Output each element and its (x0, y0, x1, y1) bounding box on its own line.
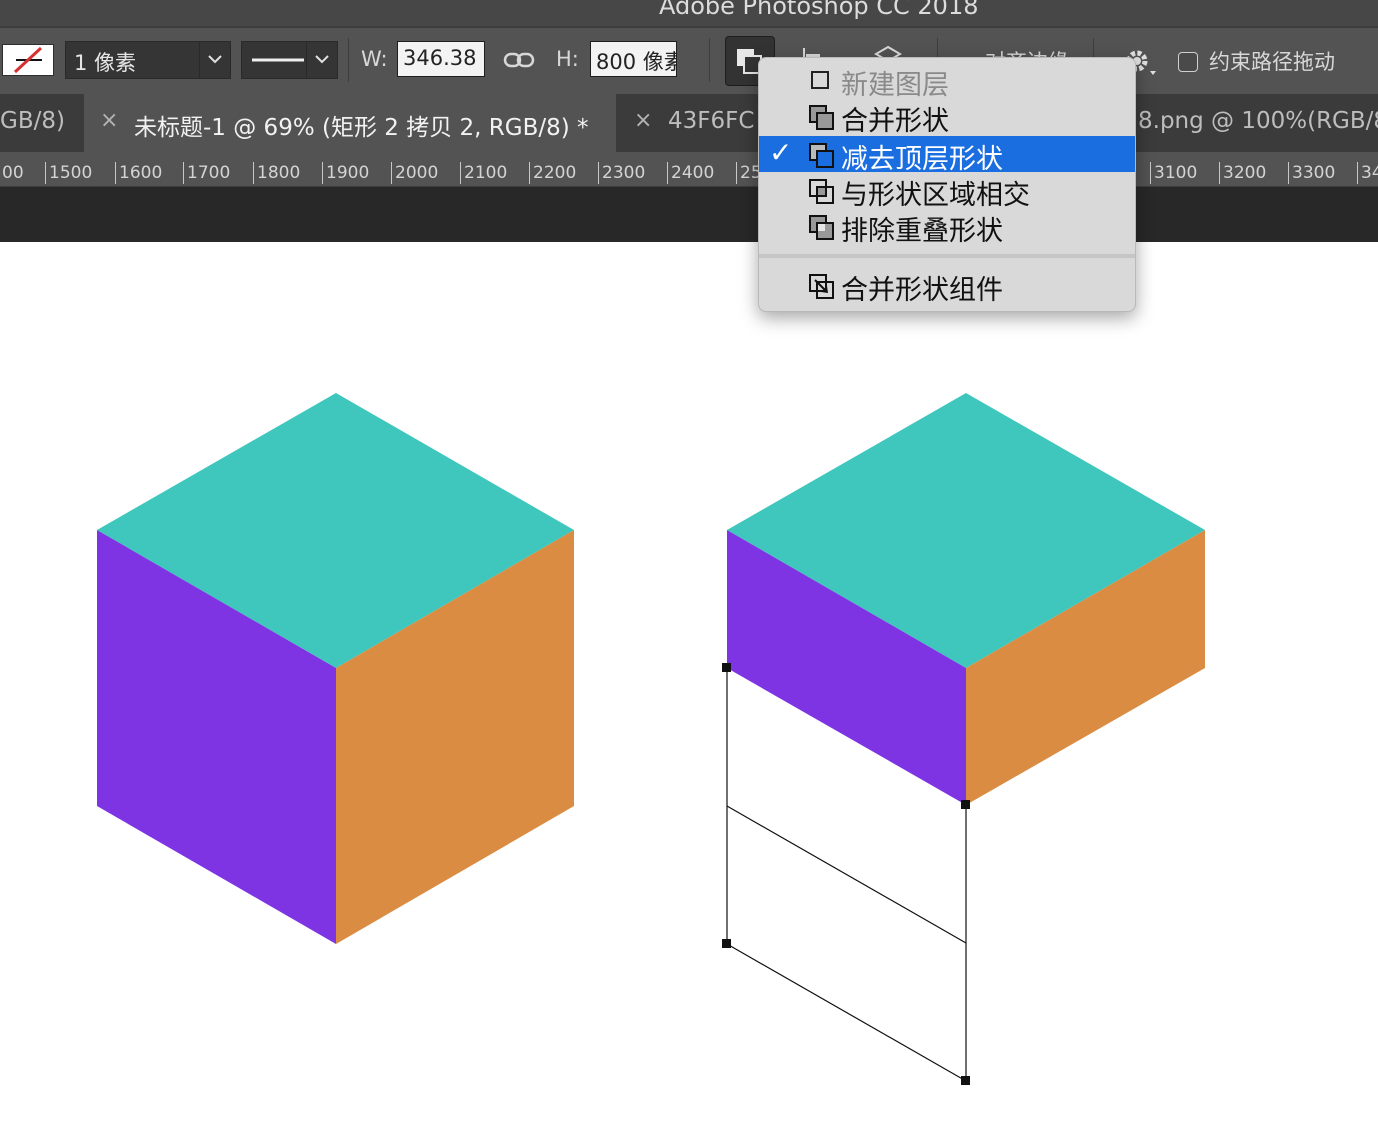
tab-document-43f6fc[interactable]: × 43F6FC (616, 94, 766, 152)
new-layer-icon (808, 68, 834, 101)
pasteboard (0, 187, 1378, 242)
app-title: Adobe Photoshop CC 2018 (659, 0, 979, 20)
width-label: W: (361, 47, 388, 71)
menu-item-new-layer[interactable]: 新建图层 (759, 62, 1135, 101)
chevron-down-icon (199, 42, 230, 78)
width-input[interactable]: 346.38 (397, 41, 485, 77)
chevron-down-icon (306, 42, 337, 78)
document-canvas[interactable] (0, 242, 1378, 1122)
horizontal-ruler: 00 1500 1600 1700 1800 1900 2000 2100 22… (0, 152, 1378, 187)
close-icon[interactable]: × (100, 108, 118, 133)
menu-item-merge-shape-components[interactable]: 合并形状组件 (759, 267, 1135, 306)
link-dimensions-icon[interactable] (503, 46, 537, 78)
exclude-overlapping-shapes-icon (808, 214, 838, 251)
height-label: H: (556, 47, 579, 71)
height-input[interactable]: 800 像素 (590, 41, 677, 77)
merge-shape-components-icon (808, 273, 838, 310)
menu-divider (759, 254, 1135, 258)
solid-line-icon (252, 58, 304, 62)
tab-document-prev[interactable]: GB/8) (0, 94, 84, 152)
stroke-color-swatch[interactable] (2, 44, 54, 76)
close-icon[interactable]: × (634, 108, 652, 133)
separator (348, 38, 349, 82)
menu-item-subtract-front-shape[interactable]: ✓ 减去顶层形状 (759, 136, 1135, 175)
path-operations-menu: 新建图层 合并形状 ✓ 减去顶层形状 与形状区域相交 排除重叠形状 合并形状组件 (758, 57, 1136, 312)
title-bar: Adobe Photoshop CC 2018 (0, 0, 1378, 26)
stroke-width-dropdown[interactable]: 1 像素 (65, 41, 231, 79)
constrain-path-label: 约束路径拖动 (1209, 50, 1335, 74)
tab-document-png[interactable]: 8.png @ 100%(RGB/8 (1136, 94, 1378, 152)
separator (709, 38, 710, 82)
constrain-path-checkbox[interactable] (1178, 52, 1198, 72)
menu-item-combine-shapes[interactable]: 合并形状 (759, 98, 1135, 137)
stroke-type-dropdown[interactable] (241, 41, 338, 79)
tab-document-active[interactable]: × 未标题-1 @ 69% (矩形 2 拷贝 2, RGB/8) * (84, 94, 616, 152)
document-tabs: GB/8) × 未标题-1 @ 69% (矩形 2 拷贝 2, RGB/8) *… (0, 94, 1378, 152)
cube-subtracted[interactable] (727, 393, 1205, 805)
stroke-width-value: 1 像素 (74, 51, 137, 75)
stroke-swatch-icon (13, 46, 43, 74)
artwork (97, 393, 1205, 1085)
checkmark-icon: ✓ (769, 136, 793, 169)
cube-full[interactable] (97, 393, 574, 944)
options-bar: 1 像素 W: 346.38 H: 800 像素 约束路径拖动 (0, 26, 1378, 94)
menu-item-exclude-overlapping-shapes[interactable]: 排除重叠形状 (759, 208, 1135, 247)
menu-item-intersect-shape-areas[interactable]: 与形状区域相交 (759, 172, 1135, 211)
